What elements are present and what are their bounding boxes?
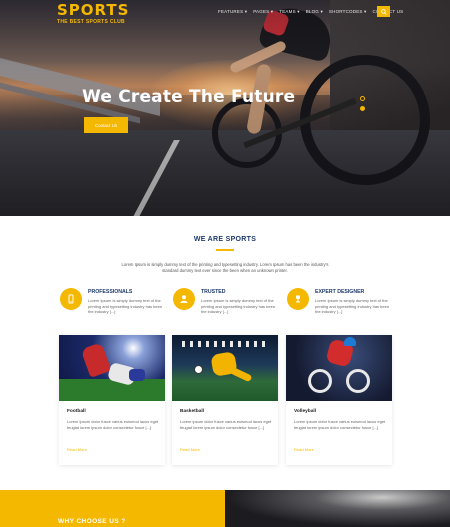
read-more-link[interactable]: Read More	[67, 447, 87, 452]
user-icon	[180, 295, 188, 303]
card-text: Lorem ipsum dolor fusce varius euismod l…	[67, 419, 159, 430]
feature-title: EXPERT DESIGNER	[315, 289, 365, 295]
stadium-image-panel	[225, 490, 450, 527]
player-leg	[229, 366, 253, 383]
sport-card-volleyball[interactable]: Volleyball Lorem ipsum dolor fusce variu…	[286, 335, 392, 465]
feature-text: Lorem Ipsum is simply dummy text of the …	[315, 298, 390, 314]
card-title: Basketball	[180, 409, 204, 414]
logo-tagline: THE BEST SPORTS CLUB	[57, 19, 125, 25]
about-heading-underline	[216, 249, 234, 251]
hero-banner	[0, 0, 450, 216]
rider-helmet	[344, 337, 356, 346]
sport-card-football[interactable]: Football Lorem ipsum dolor fusce varius …	[59, 335, 165, 465]
football-image	[59, 335, 165, 401]
card-text: Lorem ipsum dolor fusce varius euismod l…	[180, 419, 272, 430]
card-title: Volleyball	[294, 409, 317, 414]
football-player-blue	[129, 369, 145, 381]
about-text: Lorem Ipsum is simply dummy text of the …	[121, 262, 329, 273]
why-choose-heading: WHY CHOOSE US ?	[58, 518, 126, 525]
card-title: Football	[67, 409, 86, 414]
nav-item-teams[interactable]: TEAMS ▾	[279, 9, 299, 15]
basketball-image	[172, 335, 278, 401]
site-logo[interactable]: SPORTS THE BEST SPORTS CLUB	[57, 1, 130, 26]
hero-contact-button[interactable]: Contact Us	[84, 117, 128, 133]
bmx-wheel-rear	[308, 369, 332, 393]
hero-title: We Create The Future	[82, 87, 296, 107]
nav-item-blog[interactable]: BLOG ▾	[306, 9, 323, 15]
main-nav: FEATURES ▾ PAGES ▾ TEAMS ▾ BLOG ▾ SHORTC…	[218, 9, 403, 15]
search-icon	[380, 8, 387, 15]
feature-title: TRUSTED	[201, 289, 226, 295]
feature-icon-wrap	[173, 288, 195, 310]
football-player-red	[80, 342, 112, 378]
slider-dot-2[interactable]	[360, 106, 365, 111]
hero-overlay	[0, 0, 450, 216]
nav-item-features[interactable]: FEATURES ▾	[218, 9, 247, 15]
nav-item-pages[interactable]: PAGES ▾	[253, 9, 273, 15]
slider-dots	[360, 96, 365, 111]
sport-card-basketball[interactable]: Basketball Lorem ipsum dolor fusce variu…	[172, 335, 278, 465]
search-button[interactable]	[377, 6, 390, 17]
read-more-link[interactable]: Read More	[294, 447, 314, 452]
feature-title: PROFESSIONALS	[88, 289, 133, 295]
feature-icon-wrap	[287, 288, 309, 310]
football-field	[59, 379, 165, 401]
feature-icon-wrap	[60, 288, 82, 310]
phone-icon	[68, 294, 74, 304]
bmx-wheel-front	[346, 369, 370, 393]
logo-title: SPORTS	[57, 1, 130, 19]
stadium-lights	[182, 341, 268, 347]
feature-text: Lorem Ipsum is simply dummy text of the …	[88, 298, 163, 314]
trophy-icon	[296, 295, 300, 303]
nav-item-shortcodes[interactable]: SHORTCODES ▾	[329, 9, 367, 15]
slider-dot-1[interactable]	[360, 96, 365, 101]
ball	[194, 365, 203, 374]
card-text: Lorem ipsum dolor fusce varius euismod l…	[294, 419, 386, 430]
volleyball-image	[286, 335, 392, 401]
read-more-link[interactable]: Read More	[180, 447, 200, 452]
about-heading: WE ARE SPORTS	[193, 236, 257, 243]
feature-text: Lorem Ipsum is simply dummy text of the …	[201, 298, 276, 314]
